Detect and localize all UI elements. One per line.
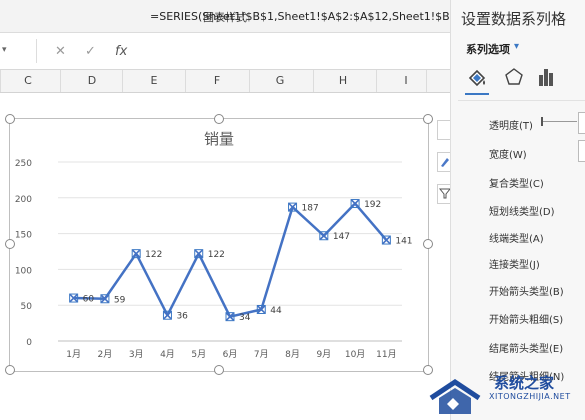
data-label[interactable]: 60 (83, 295, 95, 305)
column-header-g[interactable]: G (270, 74, 290, 87)
dash-type-label[interactable]: 短划线类型(D) (489, 203, 555, 218)
x-tick-label: 7月 (254, 349, 269, 360)
column-divider (0, 70, 1, 92)
column-header-h[interactable]: H (333, 74, 353, 87)
confirm-icon[interactable]: ✓ (85, 44, 96, 59)
column-header-row: C D E F G H I (0, 70, 450, 93)
insert-function-icon[interactable]: fx (115, 44, 127, 59)
data-point-marker[interactable] (319, 231, 329, 241)
y-tick-label: 100 (15, 266, 32, 276)
begin-arrow-size-label[interactable]: 开始箭头粗细(S) (489, 311, 563, 326)
namebox-dropdown-icon[interactable]: ▾ (2, 45, 7, 55)
data-label[interactable]: 44 (270, 306, 282, 316)
resize-handle-left[interactable] (5, 239, 15, 249)
x-marker-icon (351, 199, 360, 208)
data-label[interactable]: 122 (145, 250, 162, 260)
column-header-d[interactable]: D (82, 74, 102, 87)
data-label[interactable]: 34 (239, 313, 251, 323)
data-point-marker[interactable] (350, 199, 360, 209)
y-tick-label: 250 (15, 159, 32, 169)
active-tab-indicator (465, 93, 489, 95)
join-type-label[interactable]: 连接类型(J) (489, 256, 540, 271)
pane-divider (458, 100, 585, 101)
series-options-bars-icon[interactable] (533, 64, 559, 90)
chart-area[interactable]: 销量 0 50 100 150 200 250 1月 2月 3月 4月 5月 6月 7月 8月 9月 10月 1… (9, 118, 429, 372)
data-label[interactable]: 147 (333, 232, 350, 242)
data-label[interactable]: 192 (364, 200, 381, 210)
x-tick-label: 6月 (223, 349, 238, 360)
series-options-dropdown[interactable]: 系列选项 (466, 41, 510, 57)
column-divider (426, 70, 427, 92)
x-tick-label: 2月 (98, 349, 113, 360)
x-tick-label: 3月 (129, 349, 144, 360)
resize-handle-top[interactable] (214, 114, 224, 124)
formula-bar: ▾ ✕ ✓ fx (0, 33, 450, 70)
data-label[interactable]: 59 (114, 295, 126, 305)
watermark-url: XITONGZHIJIA.NET (489, 392, 571, 401)
column-header-c[interactable]: C (18, 74, 38, 87)
y-tick-label: 50 (21, 302, 33, 312)
column-divider (185, 70, 186, 92)
compound-type-label[interactable]: 复合类型(C) (489, 175, 544, 190)
chevron-down-icon[interactable]: ▾ (514, 41, 519, 52)
resize-handle-bottom[interactable] (214, 365, 224, 375)
column-divider (122, 70, 123, 92)
x-tick-label: 8月 (285, 349, 300, 360)
data-point-marker[interactable] (381, 235, 391, 245)
column-divider (60, 70, 61, 92)
effects-pentagon-icon[interactable] (501, 64, 527, 90)
data-label[interactable]: 122 (208, 250, 225, 260)
x-tick-label: 11月 (376, 349, 396, 360)
data-label[interactable]: 187 (302, 204, 319, 214)
end-arrow-type-label[interactable]: 结尾箭头类型(E) (489, 340, 563, 355)
x-marker-icon (382, 235, 391, 245)
begin-arrow-type-label[interactable]: 开始箭头类型(B) (489, 283, 564, 298)
x-tick-label: 4月 (160, 349, 175, 360)
transparency-spin-box[interactable] (578, 112, 585, 134)
data-label[interactable]: 141 (395, 237, 412, 247)
resize-handle-top-left[interactable] (5, 114, 15, 124)
transparency-label: 透明度(T) (489, 121, 533, 132)
formula-bar-divider (36, 39, 37, 63)
data-point-marker[interactable] (131, 249, 141, 259)
width-label: 宽度(W) (489, 150, 527, 161)
transparency-slider-thumb[interactable] (541, 117, 543, 126)
watermark-text: 系统之家 (494, 374, 555, 392)
resize-handle-top-right[interactable] (423, 114, 433, 124)
y-tick-label: 150 (15, 231, 32, 241)
fill-line-icon[interactable] (464, 64, 490, 90)
x-tick-label: 9月 (316, 349, 331, 360)
x-tick-label: 1月 (66, 349, 81, 360)
column-divider (249, 70, 250, 92)
x-tick-label: 10月 (345, 349, 365, 360)
pane-title: 设置数据系列格 (461, 10, 567, 28)
column-divider (313, 70, 314, 92)
transparency-slider-track[interactable] (541, 121, 577, 122)
resize-handle-bottom-left[interactable] (5, 365, 15, 375)
data-point-marker[interactable] (162, 310, 172, 320)
chart-title[interactable]: 销量 (204, 130, 234, 148)
cancel-icon[interactable]: ✕ (55, 44, 66, 59)
y-tick-label: 0 (26, 338, 32, 348)
data-label[interactable]: 36 (176, 312, 188, 322)
formula-input[interactable]: =SERIES(Sheet1!$B$1,Sheet1!$A$2:$A$12,Sh… (150, 10, 450, 23)
x-tick-label: 5月 (191, 349, 206, 360)
line-chart[interactable]: 销量 0 50 100 150 200 250 1月 2月 3月 4月 5月 6月 7月 8月 9月 10月 1… (10, 119, 428, 371)
column-header-f[interactable]: F (207, 74, 227, 87)
cap-type-label[interactable]: 线端类型(A) (489, 230, 544, 245)
column-divider (376, 70, 377, 92)
column-header-e[interactable]: E (144, 74, 164, 87)
width-spin-box[interactable] (578, 140, 585, 162)
column-header-i[interactable]: I (396, 74, 416, 87)
resize-handle-right[interactable] (423, 239, 433, 249)
y-tick-label: 200 (15, 195, 32, 205)
